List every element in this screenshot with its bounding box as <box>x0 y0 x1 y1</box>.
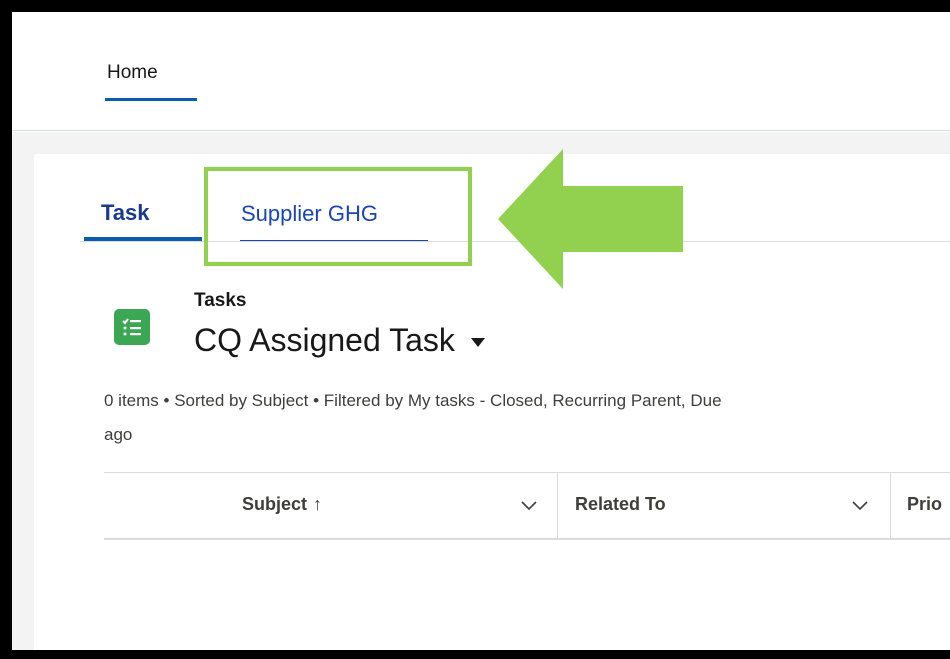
chevron-down-icon[interactable] <box>852 498 868 512</box>
top-navigation: Home <box>12 12 950 131</box>
column-divider[interactable] <box>890 472 891 538</box>
list-view-info-wrap: ago <box>104 425 133 444</box>
caret-down-icon <box>470 338 485 347</box>
workspace: Task Supplier GHG Tasks CQ Assigned Task… <box>12 132 950 650</box>
app-window: Home Task Supplier GHG Tasks CQ Assigned… <box>12 12 950 650</box>
object-label: Tasks <box>194 290 247 311</box>
column-divider[interactable] <box>557 472 558 538</box>
column-header-label: Subject <box>242 494 308 514</box>
highlight-arrow-icon <box>498 149 683 289</box>
table-header-top-border <box>104 472 950 473</box>
column-header-subject[interactable]: Subject ↑ <box>242 494 322 515</box>
nav-home-active-indicator <box>105 98 197 101</box>
table-header-bottom-border <box>104 538 950 540</box>
list-view-info: 0 items • Sorted by Subject • Filtered b… <box>104 384 950 452</box>
sort-ascending-icon: ↑ <box>313 494 323 514</box>
list-view-switcher[interactable]: CQ Assigned Task <box>194 322 485 359</box>
column-header-related-to[interactable]: Related To <box>575 494 666 515</box>
list-view-card: Task Supplier GHG Tasks CQ Assigned Task… <box>34 149 950 650</box>
list-view-info-line: 0 items • Sorted by Subject • Filtered b… <box>104 391 722 410</box>
tab-supplier-ghg[interactable]: Supplier GHG <box>241 201 378 227</box>
nav-item-home[interactable]: Home <box>107 62 158 84</box>
checklist-icon <box>114 309 150 345</box>
column-header-priority[interactable]: Prio <box>907 494 942 515</box>
tab-task[interactable]: Task <box>101 200 150 226</box>
list-view-title: CQ Assigned Task <box>194 322 455 358</box>
chevron-down-icon[interactable] <box>521 498 537 512</box>
